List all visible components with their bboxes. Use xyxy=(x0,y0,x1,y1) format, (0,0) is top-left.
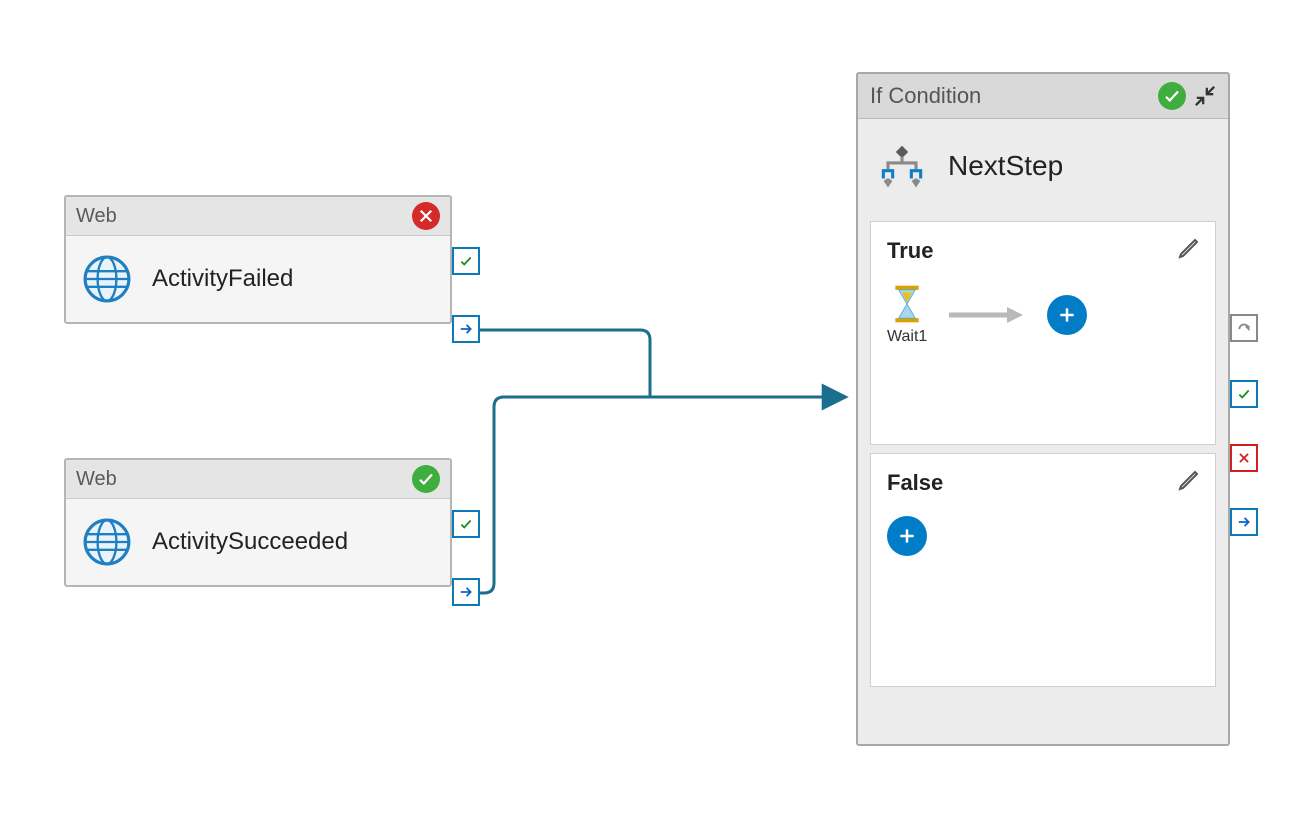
wait-activity[interactable]: Wait1 xyxy=(887,284,927,346)
failure-port[interactable] xyxy=(1230,444,1258,472)
branch-label: True xyxy=(887,238,933,263)
activity-type-label: Web xyxy=(76,468,117,491)
activity-name: ActivitySucceeded xyxy=(152,528,348,556)
activity-title-bar: NextStep xyxy=(858,119,1228,213)
success-port[interactable] xyxy=(452,247,480,275)
branch-label: False xyxy=(887,470,943,495)
add-activity-button[interactable] xyxy=(887,516,927,556)
activity-name: ActivityFailed xyxy=(152,265,293,293)
activity-web-succeeded[interactable]: Web ActivitySucceeded xyxy=(64,458,452,587)
if-condition-icon xyxy=(874,141,930,191)
activity-type-label: If Condition xyxy=(870,83,981,109)
status-failed-icon xyxy=(412,202,440,230)
activity-if-condition[interactable]: If Condition NextStep True xyxy=(856,72,1230,746)
status-succeeded-icon xyxy=(412,465,440,493)
completion-port[interactable] xyxy=(452,315,480,343)
wait-activity-name: Wait1 xyxy=(887,328,927,346)
activity-type-label: Web xyxy=(76,205,117,228)
true-branch[interactable]: True Wait1 xyxy=(870,221,1216,445)
activity-header: Web xyxy=(66,460,450,499)
false-branch[interactable]: False xyxy=(870,453,1216,687)
add-activity-button[interactable] xyxy=(1047,295,1087,335)
completion-port[interactable] xyxy=(1230,508,1258,536)
activity-header: If Condition xyxy=(858,74,1228,119)
edit-icon[interactable] xyxy=(1177,236,1201,260)
pipeline-canvas[interactable]: Web ActivityFailed Web xyxy=(0,0,1314,818)
success-port[interactable] xyxy=(452,510,480,538)
completion-port[interactable] xyxy=(452,578,480,606)
success-port[interactable] xyxy=(1230,380,1258,408)
arrow-icon xyxy=(947,305,1027,325)
edit-icon[interactable] xyxy=(1177,468,1201,492)
globe-icon xyxy=(82,254,132,304)
globe-icon xyxy=(82,517,132,567)
activity-header: Web xyxy=(66,197,450,236)
status-succeeded-icon xyxy=(1158,82,1186,110)
skip-port[interactable] xyxy=(1230,314,1258,342)
activity-name: NextStep xyxy=(948,150,1063,182)
collapse-icon[interactable] xyxy=(1194,85,1216,107)
activity-web-failed[interactable]: Web ActivityFailed xyxy=(64,195,452,324)
hourglass-icon xyxy=(889,284,925,324)
